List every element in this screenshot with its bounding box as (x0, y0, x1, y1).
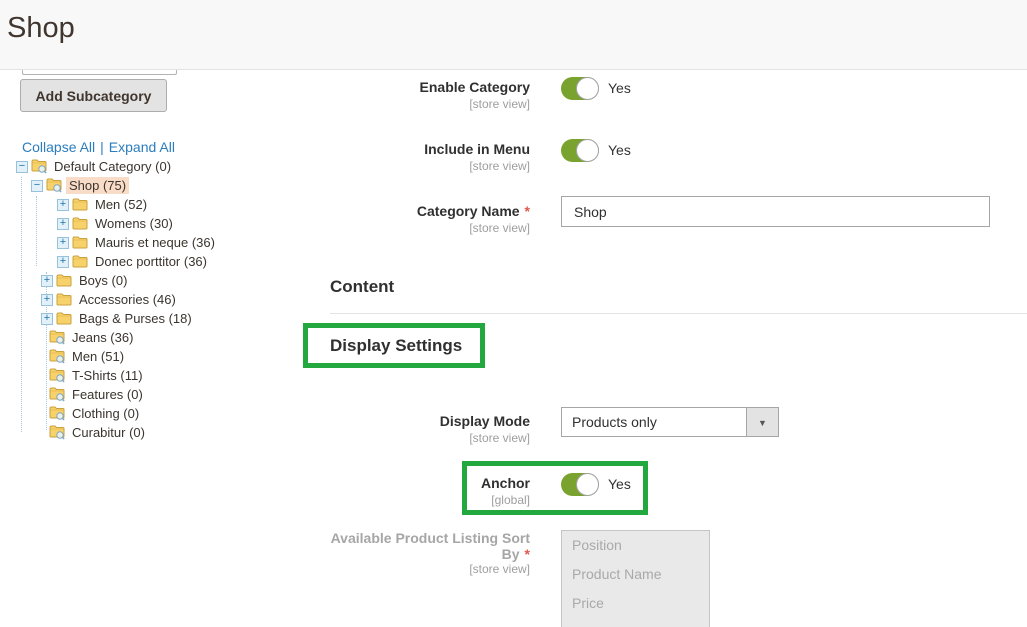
chevron-down-icon: ▼ (758, 418, 767, 428)
required-asterisk: * (525, 546, 530, 562)
tree-item-label[interactable]: Accessories (46) (76, 291, 179, 308)
category-folder-view-icon (49, 330, 65, 345)
expand-node-icon[interactable]: + (41, 313, 53, 325)
tree-item[interactable]: + Donec porttitor (36) (0, 252, 320, 271)
tree-item[interactable]: Men (51) (0, 347, 320, 366)
anchor-toggle[interactable] (561, 473, 599, 496)
toggle-knob (576, 473, 599, 496)
folder-icon (72, 217, 88, 231)
enable-category-scope: [store view] (280, 97, 530, 111)
anchor-toggle-text: Yes (608, 476, 631, 492)
category-tree: −Default Category (0)−Shop (75)+Men (52)… (0, 157, 320, 442)
display-mode-select-arrow[interactable]: ▼ (746, 407, 779, 437)
tree-item[interactable]: Clothing (0) (0, 404, 320, 423)
expand-node-icon[interactable]: + (57, 218, 69, 230)
expand-node-icon[interactable]: + (57, 237, 69, 249)
folder-icon (72, 198, 88, 212)
category-edit-page: Shop Add Subcategory Collapse All | Expand… (0, 0, 1027, 627)
folder-icon (72, 255, 88, 269)
add-root-category-button-partial[interactable] (22, 70, 177, 75)
category-folder-view-icon (49, 406, 65, 421)
tree-item[interactable]: Curabitur (0) (0, 423, 320, 442)
folder-icon (56, 312, 72, 326)
sort-by-label-line2: By * (280, 546, 530, 562)
include-in-menu-toggle-text: Yes (608, 142, 631, 158)
category-folder-view-icon (49, 368, 65, 383)
tree-item-label[interactable]: Men (52) (92, 196, 150, 213)
toggle-knob (576, 77, 599, 100)
expand-node-icon[interactable]: + (57, 256, 69, 268)
tree-item-label[interactable]: Default Category (0) (51, 158, 174, 175)
content-section-title[interactable]: Content (330, 277, 394, 297)
tree-item-label[interactable]: Shop (75) (66, 177, 129, 194)
tree-item[interactable]: Features (0) (0, 385, 320, 404)
tree-item-label[interactable]: Features (0) (69, 386, 146, 403)
tree-item[interactable]: + Mauris et neque (36) (0, 233, 320, 252)
tree-item-label[interactable]: Jeans (36) (69, 329, 136, 346)
tree-item[interactable]: + Womens (30) (0, 214, 320, 233)
display-mode-select[interactable]: Products only (561, 407, 747, 437)
content-section-divider (330, 313, 1027, 314)
sort-by-option: Position (562, 531, 709, 560)
enable-category-toggle[interactable] (561, 77, 599, 100)
category-name-label-text: Category Name (417, 203, 520, 219)
collapse-node-icon[interactable]: − (16, 161, 28, 173)
category-folder-view-icon (46, 178, 62, 193)
tree-item[interactable]: − Shop (75) (0, 176, 320, 195)
category-folder-view-icon (49, 387, 65, 402)
sort-by-option: Price (562, 589, 709, 618)
tree-item-label[interactable]: Womens (30) (92, 215, 176, 232)
tree-item-label[interactable]: Clothing (0) (69, 405, 142, 422)
tree-item-label[interactable]: Bags & Purses (18) (76, 310, 195, 327)
sort-by-label-line1: Available Product Listing Sort (280, 530, 530, 546)
tree-item-label[interactable]: Men (51) (69, 348, 127, 365)
collapse-all-link[interactable]: Collapse All (22, 139, 95, 155)
tree-item[interactable]: + Men (52) (0, 195, 320, 214)
tree-item[interactable]: + Bags & Purses (18) (0, 309, 320, 328)
links-separator: | (100, 139, 104, 155)
sort-by-option: Product Name (562, 560, 709, 589)
category-folder-view-icon (49, 349, 65, 364)
enable-category-toggle-text: Yes (608, 80, 631, 96)
tree-item-label[interactable]: Mauris et neque (36) (92, 234, 218, 251)
expand-all-link[interactable]: Expand All (109, 139, 175, 155)
display-settings-section-title[interactable]: Display Settings (330, 336, 462, 356)
add-subcategory-button[interactable]: Add Subcategory (20, 79, 167, 112)
category-name-input[interactable] (561, 196, 990, 227)
anchor-label: Anchor (280, 475, 530, 491)
tree-expand-controls: Collapse All | Expand All (22, 139, 175, 155)
folder-icon (56, 274, 72, 288)
tree-item-label[interactable]: Curabitur (0) (69, 424, 148, 441)
tree-item[interactable]: Jeans (36) (0, 328, 320, 347)
category-folder-view-icon (49, 425, 65, 440)
collapse-node-icon[interactable]: − (31, 180, 43, 192)
expand-node-icon[interactable]: + (57, 199, 69, 211)
enable-category-label: Enable Category (280, 79, 530, 95)
expand-node-icon[interactable]: + (41, 294, 53, 306)
sort-by-label-line2-text: By (502, 546, 520, 562)
required-asterisk: * (525, 203, 530, 219)
include-in-menu-toggle[interactable] (561, 139, 599, 162)
tree-item-label[interactable]: T-Shirts (11) (69, 367, 146, 384)
anchor-scope: [global] (280, 493, 530, 507)
category-folder-view-icon (31, 159, 47, 174)
folder-icon (56, 293, 72, 307)
tree-item[interactable]: − Default Category (0) (0, 157, 320, 176)
include-in-menu-label: Include in Menu (280, 141, 530, 157)
expand-node-icon[interactable]: + (41, 275, 53, 287)
tree-item[interactable]: T-Shirts (11) (0, 366, 320, 385)
tree-item-label[interactable]: Donec porttitor (36) (92, 253, 210, 270)
sort-by-scope: [store view] (280, 562, 530, 576)
sort-by-multiselect[interactable]: PositionProduct NamePrice (561, 530, 710, 627)
tree-item[interactable]: + Boys (0) (0, 271, 320, 290)
folder-icon (72, 236, 88, 250)
tree-item-label[interactable]: Boys (0) (76, 272, 130, 289)
toggle-knob (576, 139, 599, 162)
page-title: Shop (7, 12, 75, 45)
page-header: Shop (0, 0, 1027, 70)
tree-item[interactable]: + Accessories (46) (0, 290, 320, 309)
